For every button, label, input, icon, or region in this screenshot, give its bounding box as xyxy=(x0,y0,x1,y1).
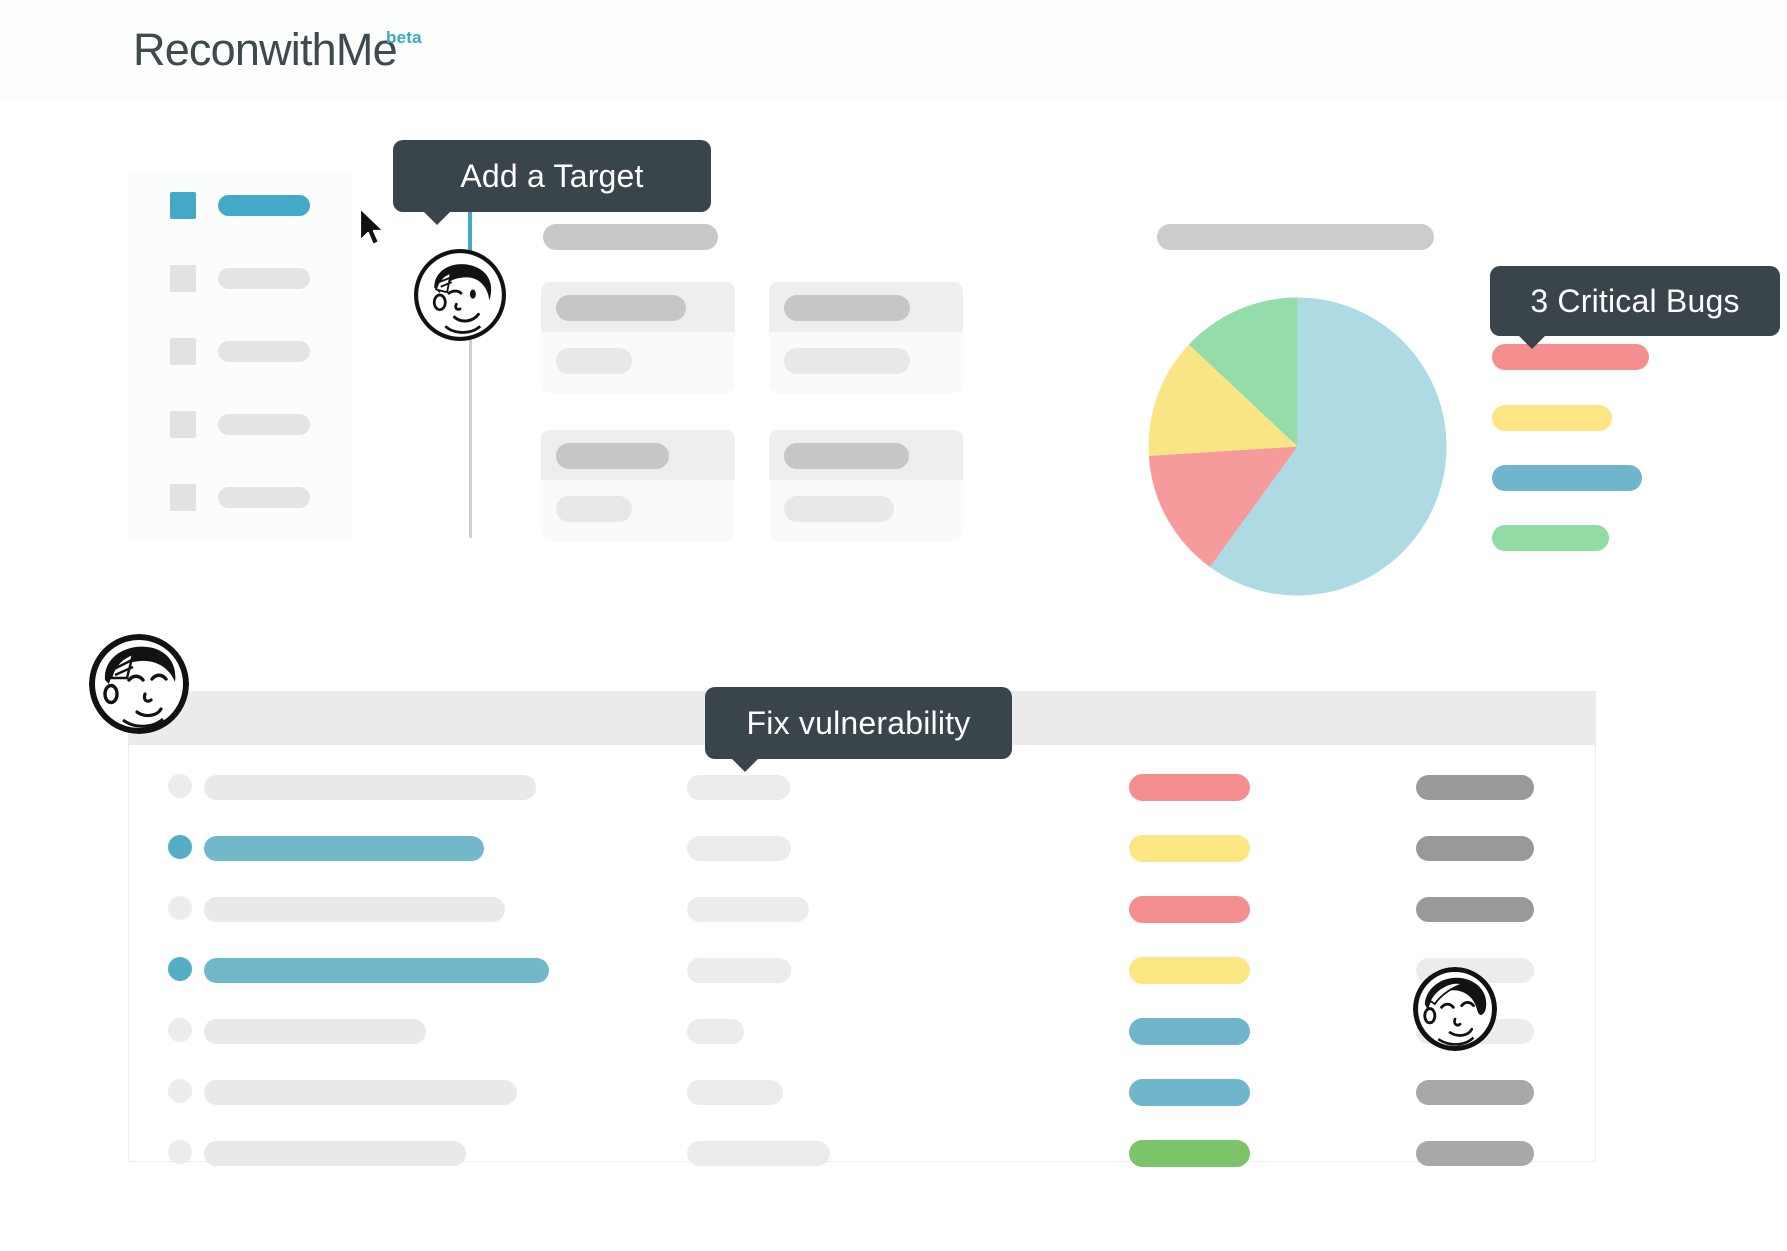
sidebar-item-2[interactable] xyxy=(170,265,310,292)
row-status-cell xyxy=(1416,775,1534,800)
findings-table xyxy=(128,691,1596,1167)
row-owner-cell xyxy=(687,1141,830,1166)
row-severity-badge xyxy=(1129,1018,1250,1045)
row-name-cell xyxy=(204,958,549,983)
sidebar-item-5-icon xyxy=(170,484,196,511)
tooltip-tail xyxy=(423,211,451,225)
tooltip-add-target[interactable]: Add a Target xyxy=(393,140,711,225)
legend-item-informational[interactable] xyxy=(1492,525,1609,551)
sidebar-item-5-label xyxy=(218,487,310,508)
tooltip-tail xyxy=(731,758,759,772)
row-owner-cell xyxy=(687,775,790,800)
skeleton-card-body xyxy=(556,496,632,522)
row-severity-badge xyxy=(1129,1140,1250,1167)
row-severity-badge xyxy=(1129,774,1250,801)
severity-pie-chart xyxy=(1147,296,1448,597)
sidebar-item-3[interactable] xyxy=(170,338,310,365)
table-row[interactable] xyxy=(129,878,1595,939)
app-root: ReconwithMe beta Add a Target 3 Critical… xyxy=(0,0,1787,1251)
sidebar-item-3-label xyxy=(218,341,310,362)
row-name-cell xyxy=(204,897,505,922)
skeleton-card-title xyxy=(784,295,910,321)
table-row[interactable] xyxy=(129,756,1595,817)
sidebar-item-1-label xyxy=(218,195,310,216)
table-row[interactable] xyxy=(129,1000,1595,1061)
sidebar-item-3-icon xyxy=(170,338,196,365)
table-row[interactable] xyxy=(129,817,1595,878)
sidebar-item-1[interactable] xyxy=(170,192,310,219)
skeleton-card-title xyxy=(784,443,909,469)
row-severity-badge xyxy=(1129,1079,1250,1106)
row-status-dot[interactable] xyxy=(168,835,192,859)
row-status-dot[interactable] xyxy=(168,1018,192,1042)
row-status-dot[interactable] xyxy=(168,1079,192,1103)
legend-item-medium[interactable] xyxy=(1492,405,1612,431)
row-owner-cell xyxy=(687,1019,744,1044)
skeleton-card-title xyxy=(556,443,669,469)
user-avatar-dark-hair[interactable] xyxy=(414,249,506,341)
row-owner-cell xyxy=(687,958,791,983)
sidebar-item-2-label xyxy=(218,268,310,289)
sidebar-item-4-icon xyxy=(170,411,196,438)
tooltip-fix-vulnerability[interactable]: Fix vulnerability xyxy=(705,687,1012,772)
row-owner-cell xyxy=(687,1080,783,1105)
row-status-dot[interactable] xyxy=(168,1140,192,1164)
skeleton-card-body xyxy=(556,348,632,374)
sidebar-item-1-icon xyxy=(170,192,196,219)
row-name-cell xyxy=(204,1141,466,1166)
beta-badge: beta xyxy=(386,28,422,47)
skeleton-card[interactable] xyxy=(541,282,735,393)
row-status-cell xyxy=(1416,1080,1534,1105)
row-name-cell xyxy=(204,1019,426,1044)
app-logo[interactable]: ReconwithMe xyxy=(133,24,398,76)
app-header: ReconwithMe beta xyxy=(0,0,1787,100)
row-status-cell xyxy=(1416,836,1534,861)
row-name-cell xyxy=(204,836,484,861)
sidebar-item-5[interactable] xyxy=(170,484,310,511)
connector-line-bottom xyxy=(469,322,472,538)
table-row[interactable] xyxy=(129,939,1595,1000)
mouse-pointer-icon xyxy=(358,206,386,247)
user-avatar-light-hair[interactable] xyxy=(1413,967,1497,1051)
tooltip-critical-bugs-label: 3 Critical Bugs xyxy=(1530,282,1740,319)
skeleton-card[interactable] xyxy=(541,430,735,541)
content-title-placeholder xyxy=(543,224,718,250)
row-severity-badge xyxy=(1129,957,1250,984)
skeleton-card-body xyxy=(784,496,894,522)
legend-item-critical[interactable] xyxy=(1492,344,1649,370)
row-status-cell xyxy=(1416,1141,1534,1166)
table-row[interactable] xyxy=(129,1122,1595,1183)
table-row[interactable] xyxy=(129,1061,1595,1122)
sidebar-panel xyxy=(128,172,353,539)
sidebar-item-4[interactable] xyxy=(170,411,310,438)
tooltip-fix-vulnerability-label: Fix vulnerability xyxy=(746,704,971,741)
chart-title-placeholder xyxy=(1157,224,1434,250)
skeleton-card[interactable] xyxy=(769,430,963,541)
skeleton-card-title xyxy=(556,295,686,321)
row-owner-cell xyxy=(687,897,809,922)
row-name-cell xyxy=(204,1080,517,1105)
row-status-dot[interactable] xyxy=(168,957,192,981)
user-avatar-looking-up[interactable] xyxy=(89,634,189,734)
row-severity-badge xyxy=(1129,896,1250,923)
tooltip-tail xyxy=(1518,335,1546,349)
row-status-cell xyxy=(1416,897,1534,922)
row-status-dot[interactable] xyxy=(168,896,192,920)
sidebar-item-4-label xyxy=(218,414,310,435)
row-name-cell xyxy=(204,775,536,800)
legend-item-low[interactable] xyxy=(1492,465,1642,491)
row-owner-cell xyxy=(687,836,791,861)
row-status-dot[interactable] xyxy=(168,774,192,798)
skeleton-card[interactable] xyxy=(769,282,963,393)
tooltip-critical-bugs[interactable]: 3 Critical Bugs xyxy=(1490,266,1780,349)
row-severity-badge xyxy=(1129,835,1250,862)
tooltip-add-target-label: Add a Target xyxy=(460,157,644,194)
skeleton-card-body xyxy=(784,348,910,374)
sidebar-item-2-icon xyxy=(170,265,196,292)
